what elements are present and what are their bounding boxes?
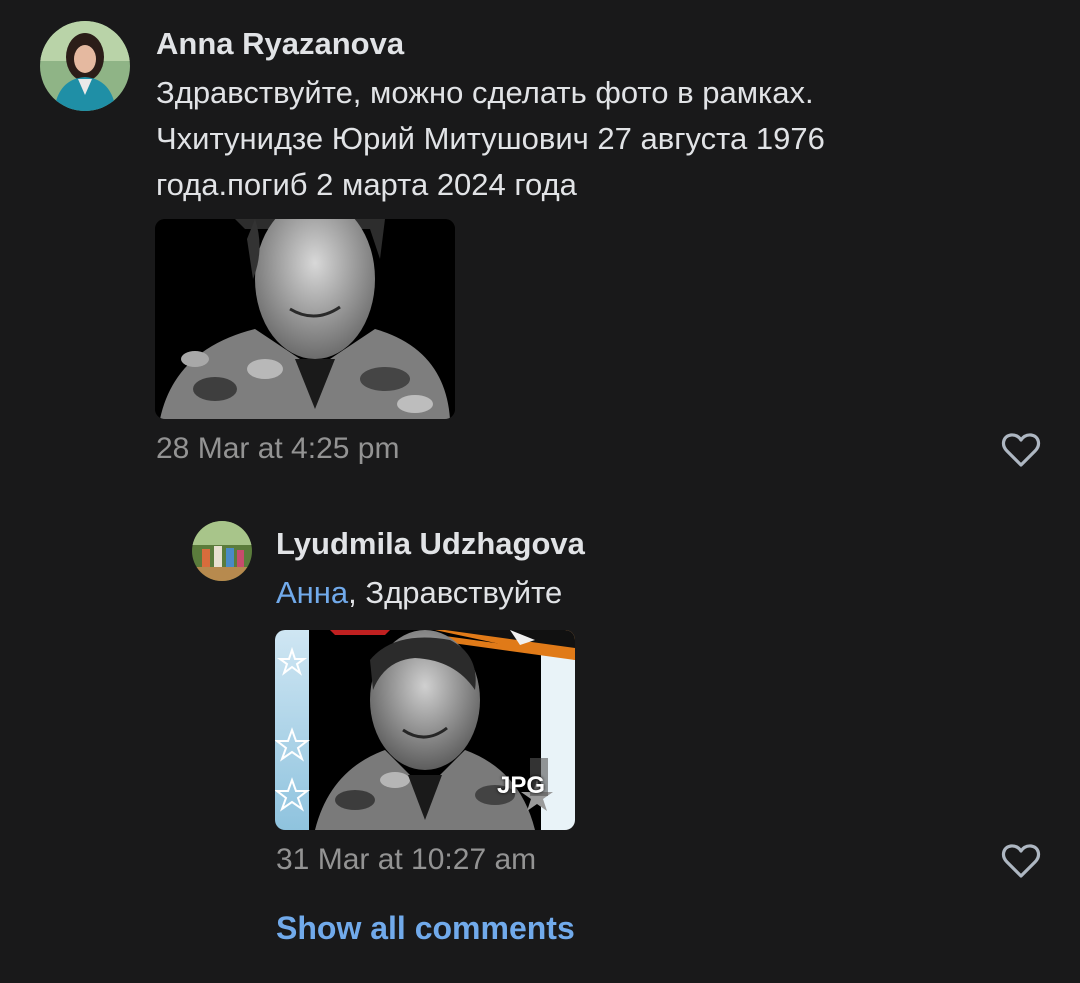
comment-text-line: Здравствуйте, можно сделать фото в рамка…	[156, 75, 814, 110]
comment-author[interactable]: Lyudmila Udzhagova	[276, 526, 585, 562]
comment-text-rest: , Здравствуйте	[348, 575, 563, 610]
file-type-badge: JPG	[496, 772, 545, 799]
photo-attachment[interactable]: JPG	[275, 630, 575, 830]
heart-outline-icon	[1001, 844, 1041, 878]
like-button[interactable]	[1001, 432, 1041, 468]
comment-text: Здравствуйте, можно сделать фото в рамка…	[156, 70, 825, 208]
photo-attachment[interactable]	[155, 219, 455, 419]
like-button[interactable]	[1001, 843, 1041, 879]
comment-text-line: Анна, Здравствуйте	[276, 570, 562, 616]
comments-thread: Anna Ryazanova Здравствуйте, можно сдела…	[0, 0, 1080, 983]
comment-item: Anna Ryazanova Здравствуйте, можно сдела…	[0, 0, 1080, 480]
comment-timestamp: 28 Mar at 4:25 pm	[156, 432, 400, 465]
comment-text-line: Чхитунидзе Юрий Митушович 27 августа 197…	[156, 121, 825, 156]
comment-text: Анна, Здравствуйте	[276, 570, 562, 616]
avatar[interactable]	[192, 521, 252, 581]
show-all-comments-link[interactable]: Show all comments	[276, 910, 575, 947]
comment-text-line: года.погиб 2 марта 2024 года	[156, 167, 577, 202]
mention-link[interactable]: Анна	[276, 575, 348, 610]
avatar[interactable]	[40, 21, 130, 111]
comment-timestamp: 31 Mar at 10:27 am	[276, 843, 537, 876]
comment-author[interactable]: Anna Ryazanova	[156, 26, 404, 62]
comment-reply-item: Lyudmila Udzhagova Анна, Здравствуйте JP…	[0, 500, 1080, 890]
heart-outline-icon	[1001, 433, 1041, 467]
